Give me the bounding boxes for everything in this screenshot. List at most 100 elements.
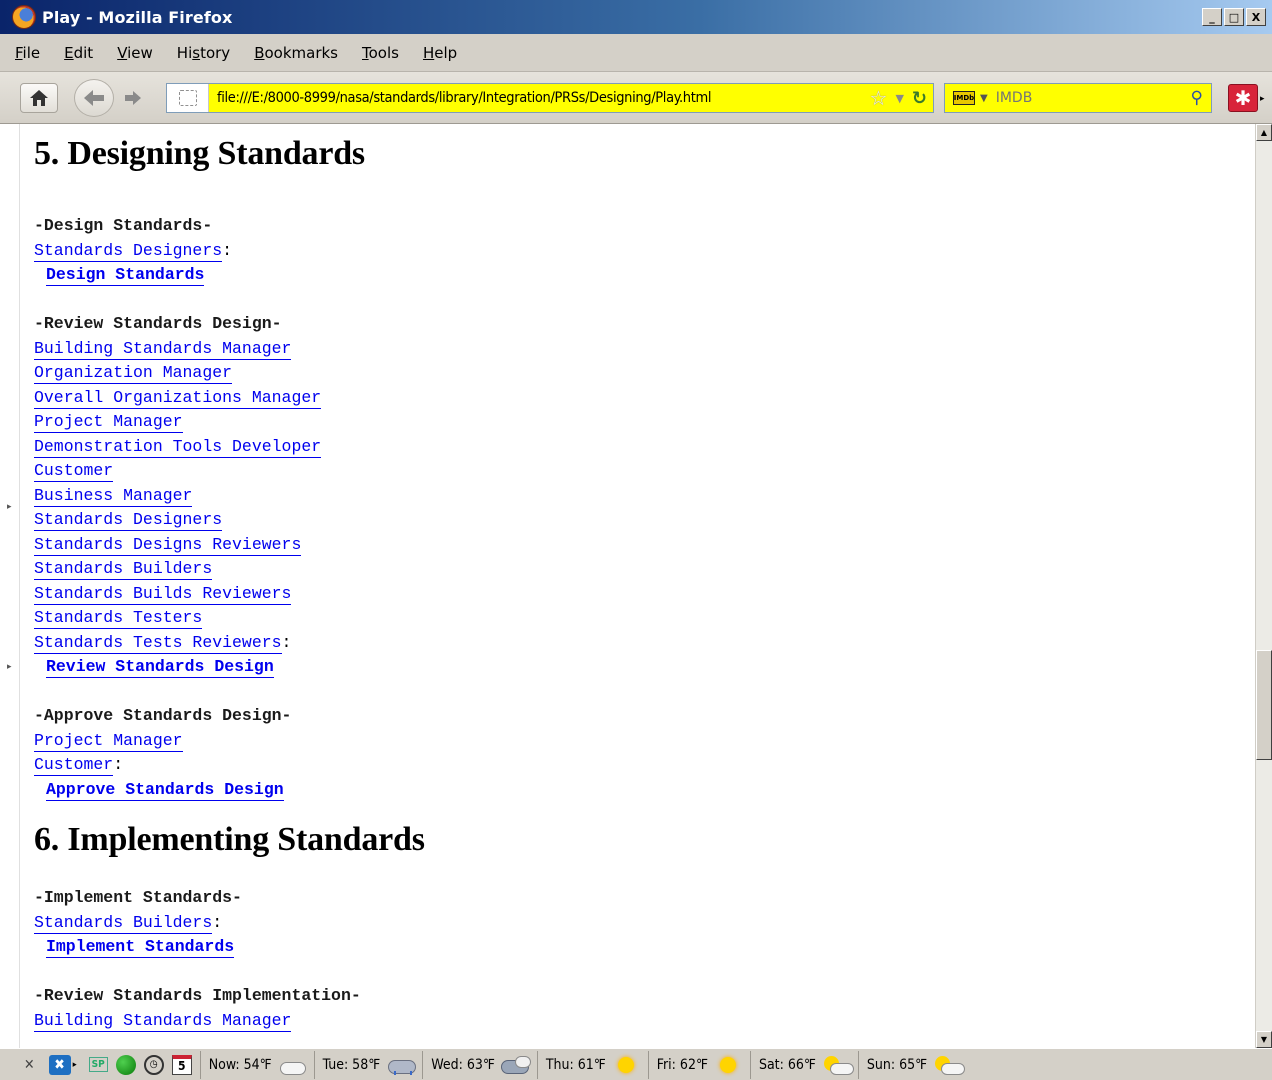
weather-day[interactable]: Sun: 65℉ (857, 1050, 969, 1079)
site-identity-button[interactable] (167, 84, 209, 112)
weather-forecast: Now: 54℉ Tue: 58℉ Wed: 63℉ Thu: 61℉ Fri: 62℉… (199, 1050, 969, 1079)
role-link[interactable]: Project Manager (34, 730, 183, 752)
menu-label-part: iew (127, 43, 153, 62)
menu-item[interactable]: Edit (61, 42, 96, 64)
weather-day[interactable]: Fri: 62℉ (647, 1050, 750, 1079)
activity-label: -Approve Standards Design- (34, 706, 292, 725)
role-link[interactable]: Standards Designs Reviewers (34, 534, 302, 556)
activity-label: -Review Standards Implementation- (34, 986, 361, 1005)
action-link[interactable]: Approve Standards Design (46, 779, 284, 801)
role-line: Building Standards Manager (34, 1009, 1244, 1034)
weather-day[interactable]: Thu: 61℉ (536, 1050, 648, 1079)
addon-dropdown-icon[interactable]: ▸ (1260, 94, 1265, 104)
addon-button[interactable]: ✱ (1228, 84, 1258, 112)
role-line: Organization Manager (34, 361, 1244, 386)
back-button[interactable] (74, 79, 114, 117)
role-line: Customer: (34, 753, 1244, 778)
cloud-icon (278, 1056, 306, 1075)
minimize-button[interactable]: _ (1202, 8, 1222, 26)
role-link[interactable]: Building Standards Manager (34, 338, 292, 360)
action-link[interactable]: Implement Standards (46, 937, 235, 958)
reload-icon[interactable]: ↻ (912, 88, 927, 109)
menu-item[interactable]: History (174, 42, 233, 64)
maximize-button[interactable]: □ (1224, 8, 1244, 26)
imdb-engine-icon[interactable]: IMDb (953, 91, 975, 105)
weather-label: Sun: 65℉ (866, 1056, 928, 1073)
home-icon (30, 90, 48, 106)
vertical-scrollbar[interactable]: ▲ ▼ (1255, 124, 1272, 1048)
close-button[interactable]: X (1246, 8, 1266, 26)
role-link[interactable]: Building Standards Manager (34, 1010, 292, 1032)
engine-dropdown-icon[interactable]: ▼ (980, 93, 988, 104)
role-link[interactable]: Standards Builders (34, 559, 213, 580)
weather-label: Thu: 61℉ (545, 1056, 606, 1073)
magnifier-icon[interactable]: ⚲ (1191, 88, 1203, 108)
action-link[interactable]: Review Standards Design (46, 657, 274, 678)
role-line: Standards Designers (34, 508, 1244, 533)
role-link[interactable]: Standards Tests Reviewers (34, 632, 282, 654)
document-body: 5. Designing Standards -Design Standards… (34, 124, 1244, 1048)
navigation-toolbar: file:///E:/8000-8999/nasa/standards/libr… (0, 72, 1272, 124)
weather-label: Wed: 63℉ (431, 1056, 495, 1073)
role-link[interactable]: Standards Designers (34, 510, 223, 531)
role-link[interactable]: Standards Builds Reviewers (34, 583, 292, 605)
url-text[interactable]: file:///E:/8000-8999/nasa/standards/libr… (217, 90, 837, 106)
weather-day[interactable]: Sat: 66℉ (749, 1050, 858, 1079)
role-link[interactable]: Standards Designers (34, 240, 223, 262)
calendar-icon[interactable]: 5 (171, 1054, 192, 1075)
xmarks-icon[interactable]: ✖ (48, 1054, 71, 1075)
scrollbar-thumb[interactable] (1256, 650, 1272, 760)
weather-day[interactable]: Now: 54℉ (199, 1050, 314, 1079)
weather-label: Fri: 62℉ (656, 1056, 708, 1073)
home-button[interactable] (20, 83, 58, 113)
address-bar[interactable]: file:///E:/8000-8999/nasa/standards/libr… (166, 83, 934, 113)
action-line: Approve Standards Design (34, 778, 1244, 803)
cloudrain-icon (500, 1055, 531, 1074)
history-dropdown-icon[interactable]: ▼ (895, 92, 903, 105)
role-link[interactable]: Customer (34, 461, 114, 482)
role-link[interactable]: Standards Testers (34, 608, 203, 629)
search-input[interactable] (995, 90, 1156, 106)
star-icon[interactable]: ☆ (870, 86, 888, 110)
role-link[interactable]: Standards Builders (34, 912, 213, 934)
role-line: Building Standards Manager (34, 337, 1244, 362)
action-link[interactable]: Design Standards (46, 265, 205, 286)
role-link[interactable]: Demonstration Tools Developer (34, 436, 322, 458)
forward-button[interactable] (116, 84, 150, 112)
sidebar-gutter[interactable] (0, 124, 20, 1048)
sp-icon[interactable]: SP (88, 1057, 108, 1072)
menu-label-part: elp (434, 43, 458, 62)
role-link[interactable]: Organization Manager (34, 363, 233, 384)
gutter-grip-icon[interactable] (7, 662, 12, 672)
firefox-logo-icon (12, 5, 36, 29)
menu-item[interactable]: View (114, 42, 156, 64)
clock-icon[interactable]: ◷ (143, 1054, 164, 1075)
scroll-down-icon[interactable]: ▼ (1256, 1031, 1272, 1048)
menu-item[interactable]: Bookmarks (251, 42, 341, 64)
page-icon (178, 90, 197, 106)
role-line: Project Manager (34, 729, 1244, 754)
window-titlebar[interactable]: Play - Mozilla Firefox _ □ X (0, 0, 1272, 34)
weather-day[interactable]: Wed: 63℉ (422, 1050, 537, 1079)
role-colon: : (212, 912, 223, 932)
role-link[interactable]: Customer (34, 755, 114, 776)
xmarks-dropdown-icon[interactable]: ▸ (73, 1060, 77, 1070)
weather-label: Now: 54℉ (208, 1056, 272, 1073)
role-line: Standards Designs Reviewers (34, 533, 1244, 558)
scroll-up-icon[interactable]: ▲ (1256, 124, 1272, 141)
menu-accel-key: H (422, 43, 435, 62)
menu-item[interactable]: Tools (359, 42, 402, 64)
search-bar[interactable]: IMDb ▼ ⚲ (944, 83, 1212, 113)
gutter-grip-icon[interactable] (7, 502, 12, 512)
role-link[interactable]: Business Manager (34, 485, 193, 507)
role-link[interactable]: Overall Organizations Manager (34, 387, 322, 409)
menu-item[interactable]: File (12, 42, 43, 64)
close-icon[interactable]: ✕ (24, 1057, 35, 1073)
globe-icon[interactable] (115, 1054, 136, 1075)
window-title: Play - Mozilla Firefox (42, 7, 233, 27)
menu-accel-key: V (117, 43, 128, 62)
role-link[interactable]: Project Manager (34, 412, 183, 433)
menu-item[interactable]: Help (420, 42, 460, 64)
weather-day[interactable]: Tue: 58℉ (313, 1050, 423, 1079)
